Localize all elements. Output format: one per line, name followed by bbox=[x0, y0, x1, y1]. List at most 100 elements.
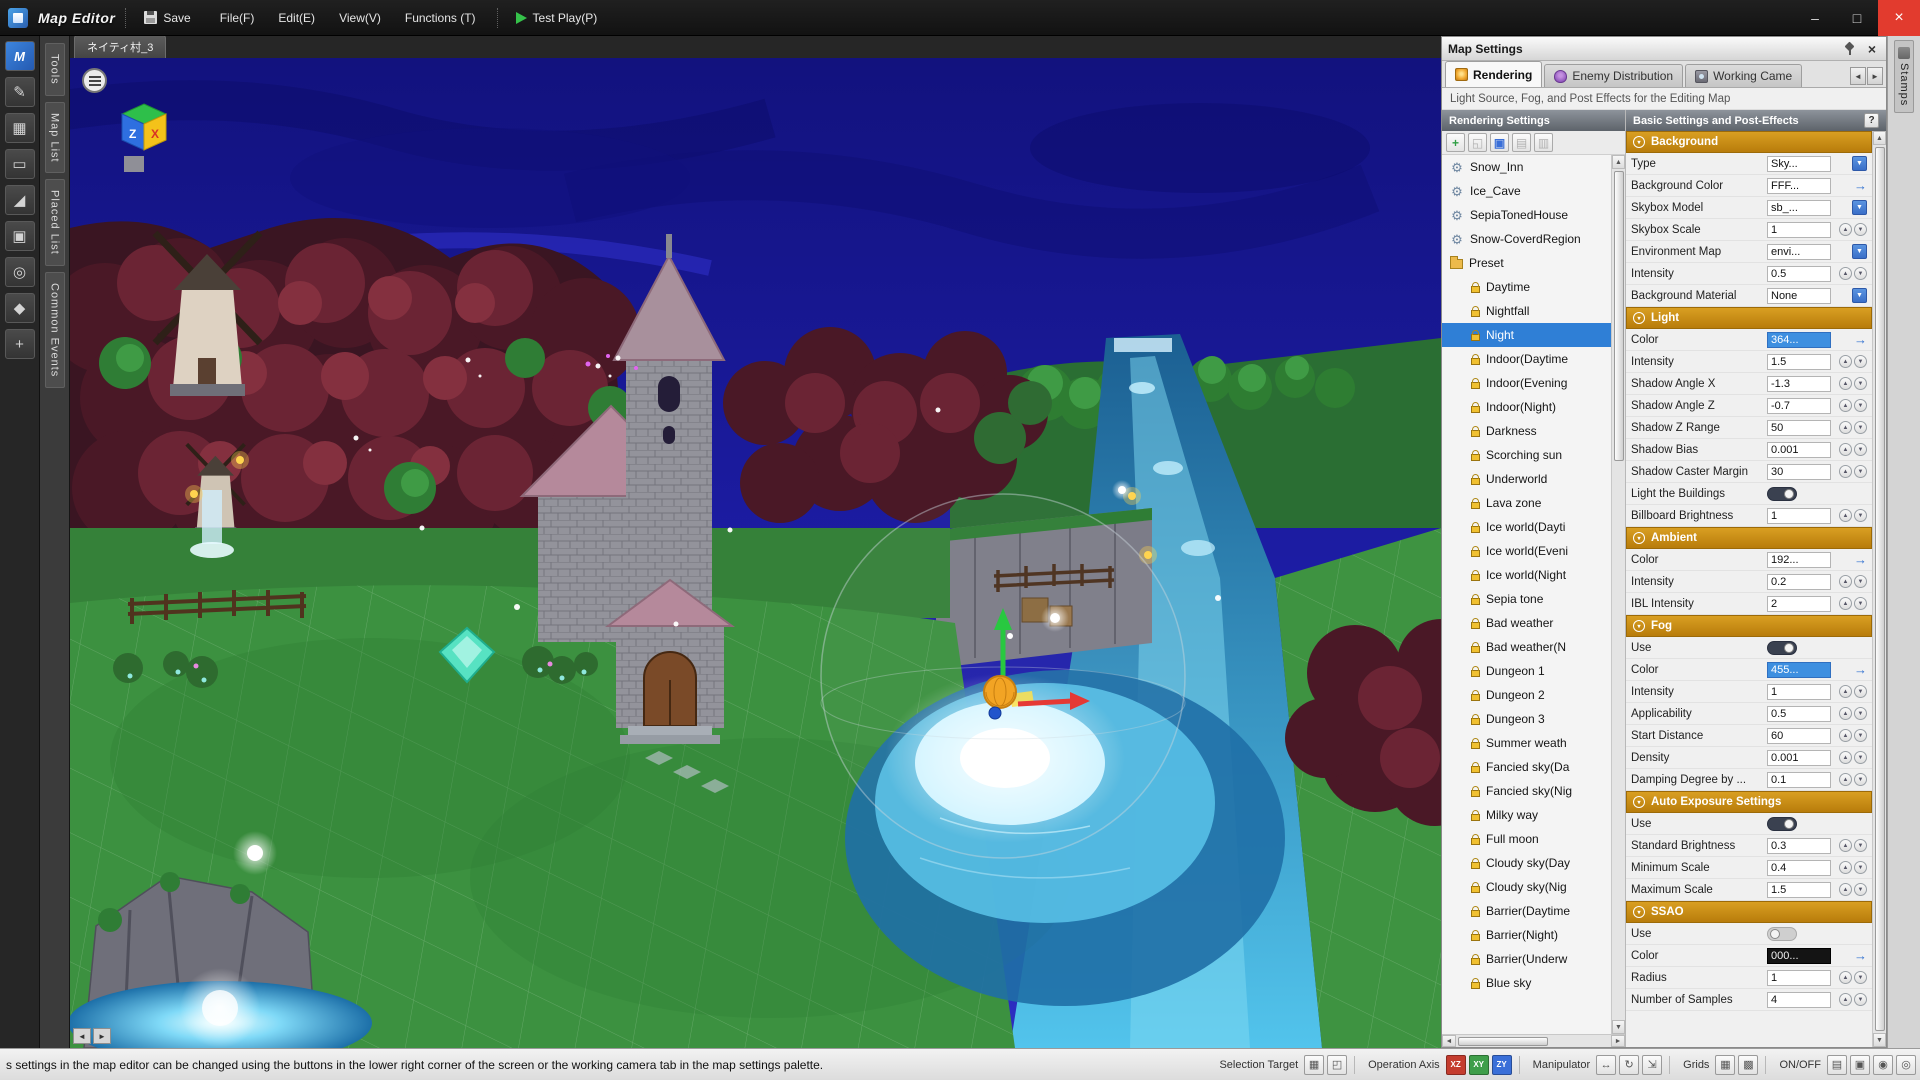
grid-target-icon[interactable]: ▦ bbox=[1304, 1054, 1325, 1075]
value-field[interactable]: 000... bbox=[1767, 947, 1831, 964]
3d-scene-canvas[interactable] bbox=[70, 58, 1441, 1048]
scroll-down-icon[interactable]: ▼ bbox=[1873, 1033, 1886, 1047]
stepper-up-button[interactable]: ▲ bbox=[1839, 971, 1852, 984]
stepper-up-button[interactable]: ▲ bbox=[1839, 839, 1852, 852]
object-target-icon[interactable]: ◰ bbox=[1327, 1054, 1348, 1075]
rendering-setting-item[interactable]: Ice world(Night bbox=[1442, 563, 1611, 587]
stepper-down-button[interactable]: ▼ bbox=[1854, 773, 1867, 786]
stepper-down-button[interactable]: ▼ bbox=[1854, 971, 1867, 984]
rendering-setting-item[interactable]: Barrier(Night) bbox=[1442, 923, 1611, 947]
stepper-up-button[interactable]: ▲ bbox=[1839, 377, 1852, 390]
stepper-down-button[interactable]: ▼ bbox=[1854, 861, 1867, 874]
value-field[interactable]: 1 bbox=[1767, 683, 1831, 700]
value-field[interactable]: FFF... bbox=[1767, 177, 1831, 194]
scroll-up-icon[interactable]: ▲ bbox=[1612, 155, 1625, 169]
value-field[interactable]: 0.3 bbox=[1767, 837, 1831, 854]
stamps-tab[interactable]: Stamps bbox=[1894, 40, 1914, 114]
value-field[interactable]: 0.001 bbox=[1767, 441, 1831, 458]
section-ssao[interactable]: ▾ SSAO bbox=[1626, 901, 1872, 923]
stepper-up-button[interactable]: ▲ bbox=[1839, 399, 1852, 412]
map-viewport[interactable]: ネイティ村_3 Z X ◄ ► bbox=[70, 36, 1441, 1048]
rendering-setting-item[interactable]: Dungeon 2 bbox=[1442, 683, 1611, 707]
rendering-setting-item[interactable]: Cloudy sky(Nig bbox=[1442, 875, 1611, 899]
cylinder-icon[interactable]: ▭ bbox=[4, 149, 35, 179]
stepper-down-button[interactable]: ▼ bbox=[1854, 883, 1867, 896]
stepper-up-button[interactable]: ▲ bbox=[1839, 685, 1852, 698]
close-button[interactable]: × bbox=[1878, 0, 1920, 36]
rendering-setting-item[interactable]: ⚙ Ice_Cave bbox=[1442, 179, 1611, 203]
menu-file-f[interactable]: File(F) bbox=[209, 6, 266, 30]
magnifier-icon[interactable]: ◎ bbox=[4, 257, 35, 287]
stepper-up-button[interactable]: ▲ bbox=[1839, 729, 1852, 742]
stepper-up-button[interactable]: ▲ bbox=[1839, 597, 1852, 610]
stepper-down-button[interactable]: ▼ bbox=[1854, 465, 1867, 478]
edit-pencil-icon[interactable]: ✎ bbox=[4, 77, 35, 107]
picker-arrow-button[interactable]: → bbox=[1854, 333, 1867, 346]
viewport-scroll-left[interactable]: ◄ bbox=[73, 1028, 91, 1044]
scroll-thumb[interactable] bbox=[1874, 147, 1885, 1031]
stepper-down-button[interactable]: ▼ bbox=[1854, 377, 1867, 390]
stepper-down-button[interactable]: ▼ bbox=[1854, 729, 1867, 742]
stepper-down-button[interactable]: ▼ bbox=[1854, 443, 1867, 456]
map-tab[interactable]: ネイティ村_3 bbox=[74, 36, 167, 58]
rendering-setting-item[interactable]: Dungeon 1 bbox=[1442, 659, 1611, 683]
grid-icon[interactable]: ▦ bbox=[1715, 1054, 1736, 1075]
snap-icon[interactable]: ▩ bbox=[1738, 1054, 1759, 1075]
editor-logo-icon[interactable]: M bbox=[4, 41, 35, 71]
stepper-up-button[interactable]: ▲ bbox=[1839, 575, 1852, 588]
value-field[interactable]: 1 bbox=[1767, 969, 1831, 986]
rendering-setting-item[interactable]: Preset bbox=[1442, 251, 1611, 275]
rendering-setting-item[interactable]: Night bbox=[1442, 323, 1611, 347]
stepper-up-button[interactable]: ▲ bbox=[1839, 883, 1852, 896]
maximize-button[interactable]: □ bbox=[1836, 0, 1878, 36]
section-background[interactable]: ▾ Background bbox=[1626, 131, 1872, 153]
rendering-setting-item[interactable]: ⚙ Snow-CoverdRegion bbox=[1442, 227, 1611, 251]
stepper-down-button[interactable]: ▼ bbox=[1854, 839, 1867, 852]
stepper-up-button[interactable]: ▲ bbox=[1839, 267, 1852, 280]
stepper-down-button[interactable]: ▼ bbox=[1854, 223, 1867, 236]
tab-rendering[interactable]: Rendering bbox=[1445, 61, 1543, 87]
save-button[interactable]: Save bbox=[136, 7, 198, 29]
import-button[interactable]: ◱ bbox=[1468, 133, 1487, 152]
rendering-setting-item[interactable]: Dungeon 3 bbox=[1442, 707, 1611, 731]
scroll-thumb[interactable] bbox=[1458, 1036, 1548, 1046]
stepper-down-button[interactable]: ▼ bbox=[1854, 399, 1867, 412]
value-field[interactable]: 0.1 bbox=[1767, 771, 1831, 788]
value-field[interactable]: sb_... bbox=[1767, 199, 1831, 216]
value-field[interactable]: 0.4 bbox=[1767, 859, 1831, 876]
value-field[interactable]: 0.5 bbox=[1767, 705, 1831, 722]
stepper-up-button[interactable]: ▲ bbox=[1839, 861, 1852, 874]
value-field[interactable]: 4 bbox=[1767, 991, 1831, 1008]
rendering-setting-item[interactable]: Bad weather(N bbox=[1442, 635, 1611, 659]
help-button[interactable]: ? bbox=[1864, 113, 1879, 128]
export-button[interactable]: ▤ bbox=[1512, 133, 1531, 152]
stepper-down-button[interactable]: ▼ bbox=[1854, 751, 1867, 764]
toggle-switch[interactable] bbox=[1767, 926, 1797, 941]
value-field[interactable]: 1 bbox=[1767, 507, 1831, 524]
slope-icon[interactable]: ◢ bbox=[4, 185, 35, 215]
tab-scroll-right[interactable]: ► bbox=[1867, 67, 1883, 85]
value-field[interactable]: 1.5 bbox=[1767, 881, 1831, 898]
dropdown-button[interactable]: ▼ bbox=[1852, 288, 1867, 303]
rendering-setting-item[interactable]: Bad weather bbox=[1442, 611, 1611, 635]
stepper-down-button[interactable]: ▼ bbox=[1854, 597, 1867, 610]
stepper-up-button[interactable]: ▲ bbox=[1839, 993, 1852, 1006]
axis-navigator[interactable]: Z X bbox=[104, 98, 188, 194]
axis-xz-chip[interactable]: XZ bbox=[1445, 1054, 1466, 1075]
rendering-setting-item[interactable]: Full moon bbox=[1442, 827, 1611, 851]
list-horizontal-scrollbar[interactable]: ◄ ► bbox=[1442, 1034, 1625, 1047]
rendering-setting-item[interactable]: Daytime bbox=[1442, 275, 1611, 299]
dropdown-button[interactable]: ▼ bbox=[1852, 200, 1867, 215]
camera-icon[interactable]: ◉ bbox=[1873, 1054, 1893, 1075]
rendering-setting-item[interactable]: Ice world(Dayti bbox=[1442, 515, 1611, 539]
scroll-up-icon[interactable]: ▲ bbox=[1873, 131, 1886, 145]
value-field[interactable]: envi... bbox=[1767, 243, 1831, 260]
viewport-menu-button[interactable] bbox=[82, 68, 107, 93]
rendering-setting-item[interactable]: Lava zone bbox=[1442, 491, 1611, 515]
stepper-up-button[interactable]: ▲ bbox=[1839, 421, 1852, 434]
picker-arrow-button[interactable]: → bbox=[1854, 179, 1867, 192]
terrain-block-icon[interactable]: ▦ bbox=[4, 113, 35, 143]
value-field[interactable]: 0.5 bbox=[1767, 265, 1831, 282]
value-field[interactable]: -1.3 bbox=[1767, 375, 1831, 392]
scale-icon[interactable]: ⇲ bbox=[1642, 1054, 1663, 1075]
